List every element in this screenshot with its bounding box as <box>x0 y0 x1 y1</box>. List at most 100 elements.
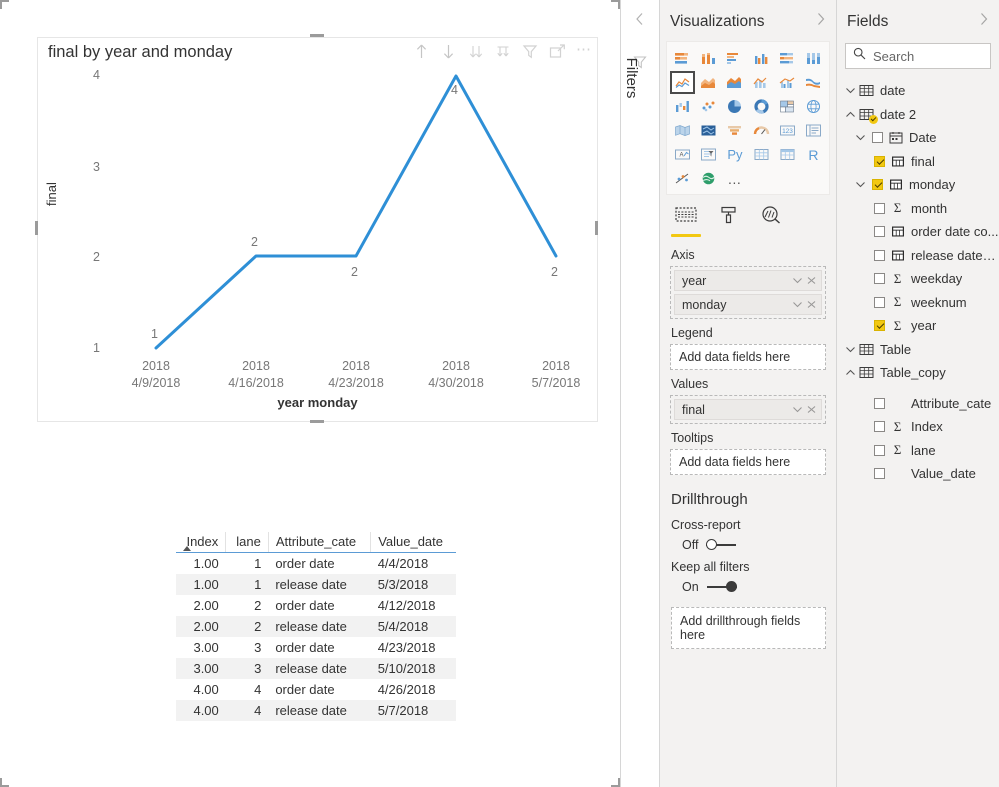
table-row[interactable]: 4.00 4 release date 5/7/2018 <box>176 700 456 721</box>
field-tree-item-Index[interactable]: Σ Index <box>837 415 999 439</box>
table-row[interactable]: 2.00 2 order date 4/12/2018 <box>176 595 456 616</box>
funnel-chart-icon[interactable] <box>722 119 747 142</box>
remove-field-icon[interactable] <box>806 274 817 288</box>
card-icon[interactable]: 123 <box>775 119 800 142</box>
field-checkbox[interactable] <box>874 444 885 456</box>
line-chart-visual[interactable]: final by year and monday ⋯ final 4 3 2 1… <box>37 37 598 422</box>
field-tree-item-Value_date[interactable]: Value_date <box>837 462 999 486</box>
field-pill-monday[interactable]: monday <box>674 294 822 315</box>
report-canvas[interactable]: final by year and monday ⋯ final 4 3 2 1… <box>0 0 620 787</box>
chevron-down-icon[interactable] <box>853 133 868 142</box>
keep-all-filters-toggle-row[interactable]: On <box>660 574 836 594</box>
chevron-right-icon[interactable] <box>978 12 989 31</box>
remove-field-icon[interactable] <box>806 298 817 312</box>
field-checkbox[interactable] <box>872 132 883 144</box>
tab-format[interactable] <box>718 205 740 237</box>
field-tree-item-weeknum[interactable]: Σ weeknum <box>837 291 999 315</box>
field-tree-item-date-2[interactable]: date 2 <box>837 103 999 127</box>
visual-type-gallery[interactable]: 123 A Py R … <box>666 41 830 195</box>
gauge-icon[interactable] <box>748 119 773 142</box>
area-chart-icon[interactable] <box>696 71 721 94</box>
field-checkbox[interactable] <box>874 296 885 308</box>
chevron-down-icon[interactable] <box>843 86 858 95</box>
resize-handle-top-left[interactable] <box>0 0 9 9</box>
donut-chart-icon[interactable] <box>748 95 773 118</box>
resize-handle-left[interactable] <box>35 221 38 235</box>
ribbon-chart-icon[interactable] <box>801 71 826 94</box>
field-checkbox[interactable] <box>874 320 885 332</box>
resize-handle-bottom-left[interactable] <box>0 18 9 787</box>
pie-chart-icon[interactable] <box>722 95 747 118</box>
field-tree-item-date[interactable]: date <box>837 79 999 103</box>
well-axis[interactable]: year monday <box>670 266 826 319</box>
field-checkbox[interactable] <box>874 249 885 261</box>
filters-pane-collapsed[interactable]: Filters <box>620 0 660 787</box>
column-header-value-date[interactable]: Value_date <box>370 532 456 553</box>
table-visual[interactable]: Index lane Attribute_cate Value_date 1.0… <box>176 532 456 721</box>
line-and-stacked-column-chart-icon[interactable] <box>748 71 773 94</box>
well-legend[interactable]: Add data fields here <box>670 344 826 370</box>
chevron-right-icon[interactable] <box>815 12 826 31</box>
slicer-icon[interactable] <box>696 143 721 166</box>
field-tree-item-weekday[interactable]: Σ weekday <box>837 267 999 291</box>
hundred-percent-stacked-bar-chart-icon[interactable] <box>775 47 800 70</box>
field-tree-item-release-date-column[interactable]: release date c... <box>837 244 999 268</box>
hundred-percent-stacked-column-chart-icon[interactable] <box>801 47 826 70</box>
python-visual-icon[interactable]: Py <box>722 143 747 166</box>
resize-handle-bottom-right[interactable] <box>0 27 620 787</box>
table-row[interactable]: 1.00 1 release date 5/3/2018 <box>176 574 456 595</box>
get-more-visuals-icon[interactable]: … <box>722 167 747 190</box>
cross-report-toggle-row[interactable]: Off <box>660 532 836 552</box>
field-tree-item-Table[interactable]: Table <box>837 338 999 362</box>
treemap-icon[interactable] <box>775 95 800 118</box>
fields-tree[interactable]: date date 2 Date final monday Σ month or… <box>837 69 999 486</box>
visual-settings-tabs[interactable] <box>660 195 836 237</box>
chevron-down-icon[interactable] <box>792 274 803 288</box>
map-icon[interactable] <box>801 95 826 118</box>
stacked-area-chart-icon[interactable] <box>722 71 747 94</box>
table-row[interactable]: 1.00 1 order date 4/4/2018 <box>176 553 456 575</box>
field-checkbox[interactable] <box>872 179 883 191</box>
field-checkbox[interactable] <box>874 273 885 285</box>
key-influencers-icon[interactable] <box>670 167 695 190</box>
resize-handle-top-right[interactable] <box>0 0 620 18</box>
remove-field-icon[interactable] <box>806 403 817 417</box>
visual-selection-handles[interactable] <box>0 0 620 787</box>
field-tree-item-monday[interactable]: monday <box>837 173 999 197</box>
tab-analytics[interactable] <box>760 205 784 237</box>
stacked-column-chart-icon[interactable] <box>696 47 721 70</box>
r-script-visual-icon[interactable]: R <box>801 143 826 166</box>
chevron-down-icon[interactable] <box>792 298 803 312</box>
chevron-down-icon[interactable] <box>792 403 803 417</box>
field-wells[interactable]: Axis year monday Legend Add data fields … <box>660 237 836 475</box>
field-checkbox[interactable] <box>874 155 885 167</box>
field-tree-item-month[interactable]: Σ month <box>837 197 999 221</box>
field-checkbox[interactable] <box>874 421 885 433</box>
waterfall-chart-icon[interactable] <box>670 95 695 118</box>
field-pill-final[interactable]: final <box>674 399 822 420</box>
field-tree-item-lane[interactable]: Σ lane <box>837 439 999 463</box>
fields-pane[interactable]: Fields date <box>837 0 999 787</box>
table-icon[interactable] <box>748 143 773 166</box>
well-values[interactable]: final <box>670 395 826 424</box>
chevron-down-icon[interactable] <box>853 180 868 189</box>
column-header-index[interactable]: Index <box>176 532 226 553</box>
table-row[interactable]: 2.00 2 release date 5/4/2018 <box>176 616 456 637</box>
field-tree-item-Table_copy[interactable]: Table_copy <box>837 361 999 385</box>
resize-handle-top[interactable] <box>310 34 324 37</box>
field-tree-item-final[interactable]: final <box>837 150 999 174</box>
field-checkbox[interactable] <box>874 468 885 480</box>
well-tooltips[interactable]: Add data fields here <box>670 449 826 475</box>
clustered-bar-chart-icon[interactable] <box>722 47 747 70</box>
column-header-attribute-cate[interactable]: Attribute_cate <box>267 532 371 553</box>
keep-all-filters-toggle[interactable] <box>706 581 737 593</box>
field-checkbox[interactable] <box>874 202 885 214</box>
cross-report-toggle[interactable] <box>706 539 737 551</box>
field-tree-item-Attribute_cate[interactable]: Attribute_cate <box>837 392 999 416</box>
resize-handle-right[interactable] <box>595 221 598 235</box>
line-and-clustered-column-chart-icon[interactable] <box>775 71 800 94</box>
field-tree-item-year[interactable]: Σ year <box>837 314 999 338</box>
tab-fields[interactable] <box>671 205 701 237</box>
stacked-bar-chart-icon[interactable] <box>670 47 695 70</box>
table-row[interactable]: 3.00 3 release date 5/10/2018 <box>176 658 456 679</box>
